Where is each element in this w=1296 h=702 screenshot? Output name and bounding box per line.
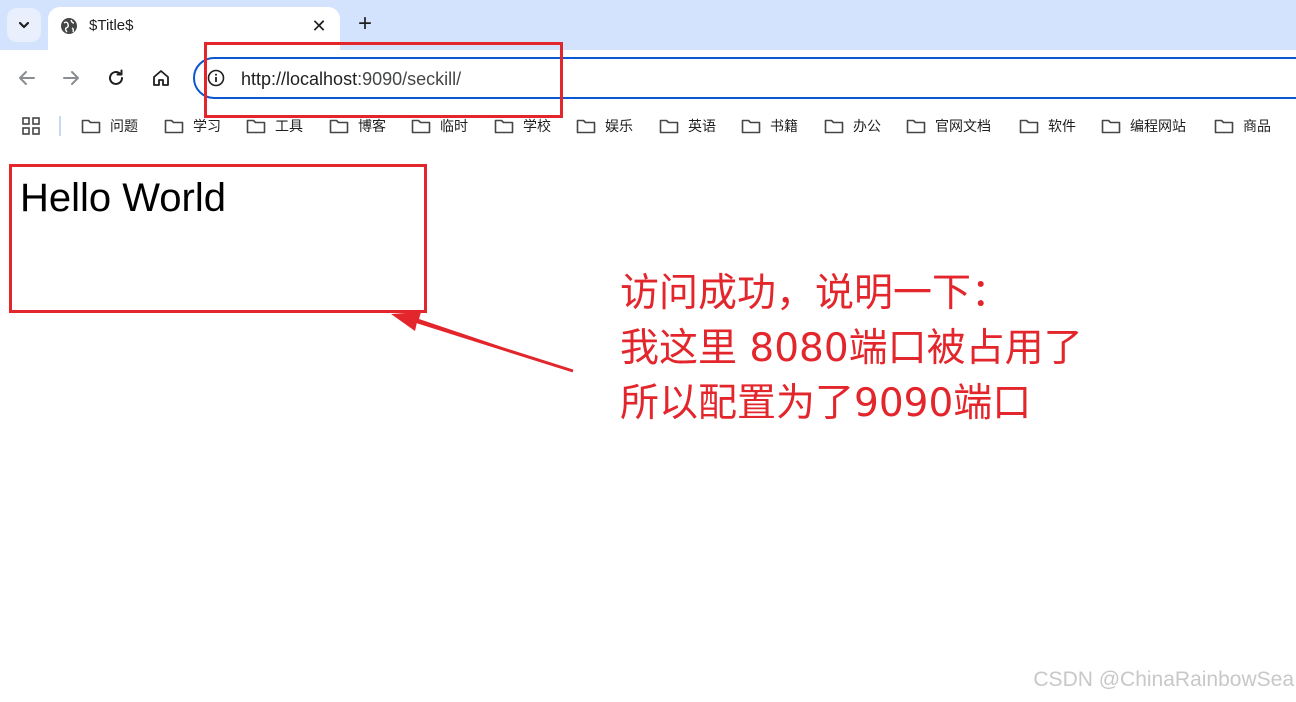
bookmark-item[interactable]: 问题	[81, 114, 138, 138]
bookmark-item[interactable]: 编程网站	[1101, 114, 1186, 138]
folder-icon	[741, 119, 761, 134]
annotation-text: 访问成功，说明一下： 我这里 8080端口被占用了 所以配置为了9090端口	[620, 266, 1083, 431]
bookmark-label: 英语	[688, 118, 716, 134]
bookmark-item[interactable]: 娱乐	[576, 114, 633, 138]
bookmark-label: 问题	[110, 118, 138, 134]
bookmark-label: 商品	[1243, 118, 1271, 134]
forward-arrow-icon	[63, 71, 79, 85]
tab-strip: $Title$ ✕ +	[0, 0, 1296, 50]
chevron-down-icon	[18, 21, 30, 29]
annotation-line-2: 我这里 8080端口被占用了	[620, 326, 1083, 371]
bookmark-item[interactable]: 商品	[1214, 114, 1271, 138]
bookmark-item[interactable]: 软件	[1019, 114, 1076, 138]
folder-icon	[824, 119, 844, 134]
bookmark-label: 办公	[853, 118, 881, 134]
watermark: CSDN @ChinaRainbowSea	[1033, 668, 1294, 691]
annotation-line-3: 所以配置为了9090端口	[620, 381, 1032, 426]
bookmark-label: 工具	[275, 118, 303, 134]
bookmark-item[interactable]: 书籍	[741, 114, 798, 138]
home-button[interactable]	[148, 65, 174, 91]
bookmark-label: 学校	[523, 118, 551, 134]
bookmark-label: 博客	[358, 118, 386, 134]
back-arrow-icon	[19, 71, 35, 85]
globe-icon	[61, 18, 77, 34]
new-tab-button[interactable]: +	[352, 10, 378, 37]
folder-icon	[906, 119, 926, 134]
bookmark-item[interactable]: 英语	[659, 114, 716, 138]
folder-icon	[1214, 119, 1234, 134]
folder-icon	[494, 119, 514, 134]
bookmark-item[interactable]: 办公	[824, 114, 881, 138]
apps-grid-icon[interactable]	[22, 117, 40, 135]
folder-icon	[1019, 119, 1039, 134]
folder-icon	[246, 119, 266, 134]
home-icon	[153, 70, 169, 86]
folder-icon	[164, 119, 184, 134]
bookmark-label: 软件	[1048, 118, 1076, 134]
toolbar: http://localhost:9090/seckill/	[0, 50, 1296, 108]
folder-icon	[576, 119, 596, 134]
annotation-line-1: 访问成功，说明一下：	[620, 271, 1011, 316]
folder-icon	[81, 119, 101, 134]
reload-icon	[109, 69, 123, 85]
annotation-box-content	[9, 164, 427, 313]
tab-search-button[interactable]	[7, 8, 41, 42]
bookmark-label: 编程网站	[1130, 118, 1186, 134]
bookmarks-bar: 问题 学习 工具 博客 临时 学校 娱乐 英语 书籍 办公 官网文档 软件 编程网站 商品	[0, 108, 1296, 144]
bookmark-item[interactable]: 官网文档	[906, 114, 991, 138]
folder-icon	[659, 119, 679, 134]
bookmark-label: 学习	[193, 118, 221, 134]
folder-icon	[329, 119, 349, 134]
forward-button[interactable]	[58, 65, 84, 91]
bookmark-label: 书籍	[770, 118, 798, 134]
annotation-box-url	[204, 42, 563, 118]
bookmark-label: 娱乐	[605, 118, 633, 134]
back-button[interactable]	[14, 65, 40, 91]
reload-button[interactable]	[103, 65, 129, 91]
tab-title: $Title$	[89, 17, 134, 34]
bookmark-label: 官网文档	[935, 118, 991, 134]
close-tab-icon[interactable]: ✕	[308, 15, 330, 37]
folder-icon	[1101, 119, 1121, 134]
bookmarks-separator	[59, 116, 61, 136]
bookmark-label: 临时	[440, 118, 468, 134]
folder-icon	[411, 119, 431, 134]
